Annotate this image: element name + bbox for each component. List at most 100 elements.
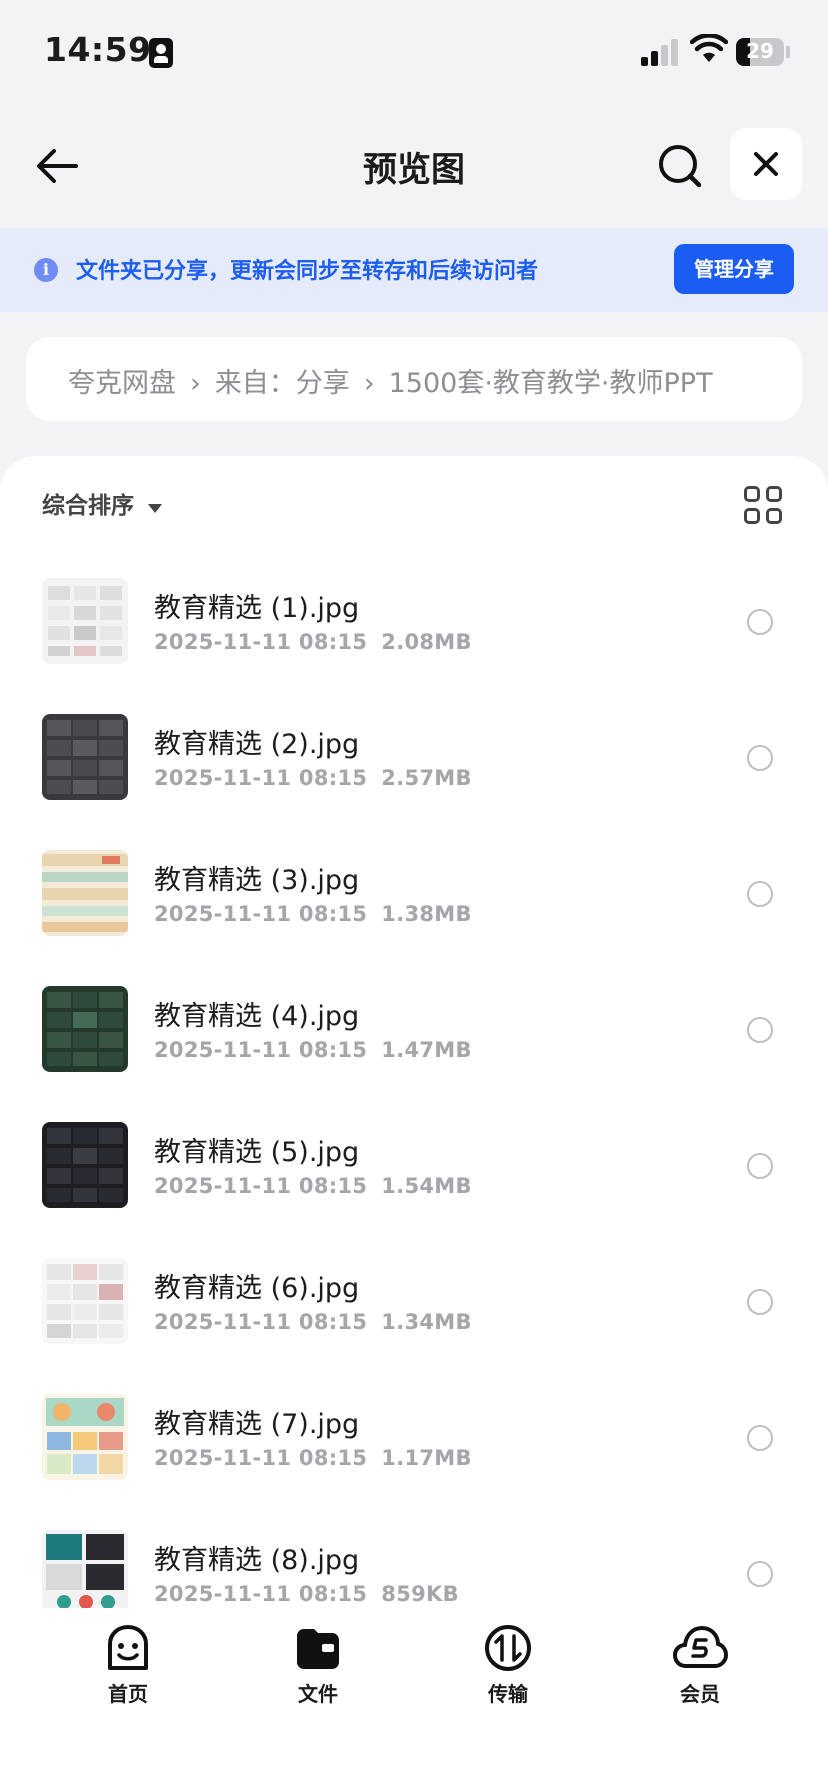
close-button[interactable] — [730, 128, 802, 200]
cloud-member-icon — [673, 1626, 728, 1668]
file-date: 2025-11-11 08:15 — [154, 1174, 368, 1198]
file-row[interactable]: 教育精选 (3).jpg 2025-11-11 08:15 1.38MB — [0, 828, 828, 964]
sort-label: 综合排序 — [42, 493, 134, 519]
status-time: 14:59 — [44, 30, 152, 69]
select-checkbox[interactable] — [747, 609, 773, 635]
file-meta: 2025-11-11 08:15 1.17MB — [154, 1446, 472, 1470]
file-name: 教育精选 (1).jpg — [154, 593, 360, 624]
file-thumbnail — [42, 850, 128, 936]
file-thumbnail — [42, 1394, 128, 1480]
file-date: 2025-11-11 08:15 — [154, 630, 368, 654]
select-checkbox[interactable] — [747, 881, 773, 907]
close-icon — [754, 152, 778, 176]
tab-label: 会员 — [680, 1682, 720, 1706]
file-row[interactable]: 教育精选 (1).jpg 2025-11-11 08:15 2.08MB — [0, 556, 828, 692]
file-date: 2025-11-11 08:15 — [154, 1446, 368, 1470]
file-meta: 2025-11-11 08:15 1.38MB — [154, 902, 472, 926]
file-size: 2.57MB — [381, 766, 472, 790]
smile-face-icon — [108, 1625, 148, 1670]
wifi-icon — [690, 34, 728, 62]
share-notice-text: 文件夹已分享，更新会同步至转存和后续访问者 — [76, 259, 539, 284]
file-name: 教育精选 (7).jpg — [154, 1409, 360, 1440]
file-thumbnail — [42, 1258, 128, 1344]
file-name: 教育精选 (4).jpg — [154, 1001, 360, 1032]
tab-label: 文件 — [298, 1682, 338, 1706]
select-checkbox[interactable] — [747, 1153, 773, 1179]
file-size: 1.47MB — [381, 1038, 472, 1062]
file-row[interactable]: 教育精选 (2).jpg 2025-11-11 08:15 2.57MB — [0, 692, 828, 828]
file-list: 教育精选 (1).jpg 2025-11-11 08:15 2.08MB 教育精选… — [0, 556, 828, 1608]
file-size: 1.34MB — [381, 1310, 472, 1334]
select-checkbox[interactable] — [747, 1425, 773, 1451]
file-name: 教育精选 (8).jpg — [154, 1545, 360, 1576]
file-size: 1.17MB — [381, 1446, 472, 1470]
file-name: 教育精选 (2).jpg — [154, 729, 360, 760]
file-name: 教育精选 (3).jpg — [154, 865, 360, 896]
file-size: 1.38MB — [381, 902, 472, 926]
breadcrumb-item-current[interactable]: 1500套·教育教学·教师PPT — [389, 368, 713, 399]
select-checkbox[interactable] — [747, 1289, 773, 1315]
grid-icon — [744, 486, 760, 502]
manage-share-button[interactable]: 管理分享 — [674, 244, 794, 294]
file-date: 2025-11-11 08:15 — [154, 1310, 368, 1334]
caret-down-icon — [148, 504, 162, 513]
breadcrumb-item-root[interactable]: 夸克网盘 — [68, 368, 176, 399]
file-list-panel: 综合排序 教育精选 (1).jpg 2025-11-11 08:15 2.08MB… — [0, 456, 828, 1608]
folder-icon — [297, 1629, 339, 1669]
file-size: 2.08MB — [381, 630, 472, 654]
file-size: 859KB — [381, 1582, 459, 1606]
file-thumbnail — [42, 1530, 128, 1608]
file-thumbnail — [42, 1122, 128, 1208]
breadcrumb-path: 夸克网盘 › 来自：分享 › 1500套·教育教学·教师PPT — [68, 361, 762, 400]
file-date: 2025-11-11 08:15 — [154, 1582, 368, 1606]
tab-files[interactable]: 文件 — [258, 1622, 378, 1712]
file-meta: 2025-11-11 08:15 2.08MB — [154, 630, 472, 654]
tab-member[interactable]: 会员 — [640, 1622, 760, 1712]
file-row[interactable]: 教育精选 (7).jpg 2025-11-11 08:15 1.17MB — [0, 1372, 828, 1508]
info-icon: i — [34, 258, 58, 282]
select-checkbox[interactable] — [747, 745, 773, 771]
file-row[interactable]: 教育精选 (6).jpg 2025-11-11 08:15 1.34MB — [0, 1236, 828, 1372]
tab-home[interactable]: 首页 — [68, 1622, 188, 1712]
file-date: 2025-11-11 08:15 — [154, 766, 368, 790]
select-checkbox[interactable] — [747, 1017, 773, 1043]
file-meta: 2025-11-11 08:15 2.57MB — [154, 766, 472, 790]
status-bar: 14:59 29 — [0, 0, 828, 100]
battery-icon: 29 — [736, 38, 784, 66]
file-thumbnail — [42, 714, 128, 800]
chevron-right-icon: › — [190, 368, 201, 399]
file-meta: 2025-11-11 08:15 1.54MB — [154, 1174, 472, 1198]
grid-view-toggle[interactable] — [744, 486, 784, 526]
chevron-right-icon: › — [363, 368, 375, 399]
battery-percent: 29 — [746, 39, 774, 63]
cellular-signal-icon — [641, 38, 681, 66]
share-notice-banner: i 文件夹已分享，更新会同步至转存和后续访问者 管理分享 — [0, 228, 828, 312]
search-button[interactable] — [652, 138, 708, 194]
search-icon — [659, 145, 702, 188]
transfer-icon — [485, 1625, 531, 1671]
battery-tip — [786, 46, 790, 58]
file-row[interactable]: 教育精选 (5).jpg 2025-11-11 08:15 1.54MB — [0, 1100, 828, 1236]
tab-transfer[interactable]: 传输 — [448, 1622, 568, 1712]
file-date: 2025-11-11 08:15 — [154, 902, 368, 926]
file-row[interactable]: 教育精选 (8).jpg 2025-11-11 08:15 859KB — [0, 1508, 828, 1608]
breadcrumb-item-shared[interactable]: 来自：分享 — [215, 368, 350, 399]
file-meta: 2025-11-11 08:15 1.47MB — [154, 1038, 472, 1062]
breadcrumb: 夸克网盘 › 来自：分享 › 1500套·教育教学·教师PPT — [26, 337, 802, 421]
file-meta: 2025-11-11 08:15 859KB — [154, 1582, 459, 1606]
file-thumbnail — [42, 986, 128, 1072]
file-name: 教育精选 (5).jpg — [154, 1137, 360, 1168]
tab-label: 传输 — [488, 1682, 528, 1706]
file-row[interactable]: 教育精选 (4).jpg 2025-11-11 08:15 1.47MB — [0, 964, 828, 1100]
header: 预览图 — [0, 118, 828, 214]
contact-badge-icon — [149, 38, 173, 68]
sort-dropdown[interactable]: 综合排序 — [42, 486, 162, 526]
file-size: 1.54MB — [381, 1174, 472, 1198]
file-date: 2025-11-11 08:15 — [154, 1038, 368, 1062]
select-checkbox[interactable] — [747, 1561, 773, 1587]
bottom-tab-bar: 首页 文件 传输 会员 — [0, 1608, 828, 1792]
tab-label: 首页 — [108, 1682, 148, 1706]
file-meta: 2025-11-11 08:15 1.34MB — [154, 1310, 472, 1334]
file-thumbnail — [42, 578, 128, 664]
file-name: 教育精选 (6).jpg — [154, 1273, 360, 1304]
